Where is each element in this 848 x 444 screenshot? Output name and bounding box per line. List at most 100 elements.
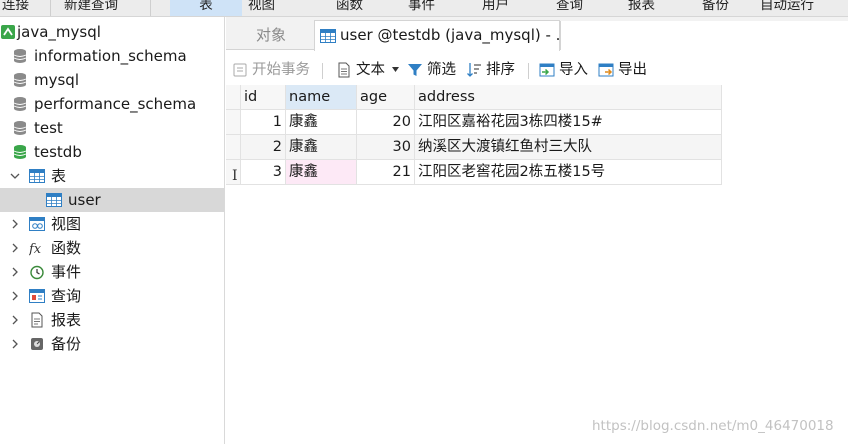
tree-node-functions[interactable]: fx 函数 — [0, 236, 224, 260]
database-icon — [13, 73, 27, 87]
table-row[interactable]: I 3 康鑫 21 江阳区老窖花园2栋五楼15号 — [226, 160, 722, 185]
export-icon — [598, 63, 614, 77]
cell-name[interactable]: 康鑫 — [286, 135, 357, 160]
column-header-name[interactable]: name — [286, 85, 357, 110]
menu-divider — [150, 0, 151, 16]
db-label: mysql — [34, 71, 79, 89]
menu-user[interactable]: 用户 — [482, 0, 509, 16]
svg-text:fx: fx — [29, 242, 42, 256]
menu-automation[interactable]: 自动运行 — [760, 0, 814, 16]
table-group-icon — [29, 169, 45, 183]
tree-label: 查询 — [51, 287, 82, 305]
db-node-performance-schema[interactable]: performance_schema — [0, 92, 224, 116]
cell-address[interactable]: 纳溪区大渡镇红鱼村三大队 — [415, 135, 722, 160]
row-marker[interactable]: I — [226, 160, 241, 185]
cell-age[interactable]: 30 — [357, 135, 415, 160]
tree-node-queries[interactable]: 查询 — [0, 284, 224, 308]
navigation-tree: java_mysql information_schema mysql perf… — [0, 17, 225, 444]
toolbar-divider — [322, 63, 323, 79]
cell-age[interactable]: 20 — [357, 110, 415, 135]
import-label: 导入 — [559, 62, 588, 78]
db-label: performance_schema — [34, 95, 197, 113]
tree-node-reports[interactable]: 报表 — [0, 308, 224, 332]
menu-table[interactable]: 表 — [170, 0, 242, 16]
cell-name[interactable]: 康鑫 — [286, 160, 357, 185]
cell-name[interactable]: 康鑫 — [286, 110, 357, 135]
cell-id[interactable]: 3 — [241, 160, 286, 185]
tree-node-views[interactable]: 视图 — [0, 212, 224, 236]
column-header-id[interactable]: id — [241, 85, 286, 110]
chevron-right-icon[interactable] — [10, 242, 20, 254]
row-marker[interactable] — [226, 135, 241, 160]
table-row[interactable]: 1 康鑫 20 江阳区嘉裕花园3栋四楼15# — [226, 110, 722, 135]
menu-query[interactable]: 查询 — [556, 0, 583, 16]
connection-label: java_mysql — [17, 23, 101, 41]
cell-id[interactable]: 2 — [241, 135, 286, 160]
tree-node-tables[interactable]: 表 — [0, 164, 224, 188]
sort-label: 排序 — [486, 62, 515, 78]
text-view-label: 文本 — [356, 62, 385, 78]
document-icon — [338, 62, 350, 78]
row-marker[interactable] — [226, 110, 241, 135]
export-label: 导出 — [618, 62, 647, 78]
connection-icon — [1, 25, 15, 39]
tree-label: 函数 — [51, 239, 82, 257]
chevron-right-icon[interactable] — [10, 266, 20, 278]
chevron-right-icon[interactable] — [10, 290, 20, 302]
menu-connect[interactable]: 连接 — [2, 0, 29, 16]
sort-icon — [467, 63, 481, 77]
menu-backup[interactable]: 备份 — [702, 0, 729, 16]
database-icon — [13, 49, 27, 63]
tree-label: 备份 — [51, 335, 82, 353]
column-header-age[interactable]: age — [357, 85, 415, 110]
menu-view[interactable]: 视图 — [248, 0, 275, 16]
chevron-right-icon[interactable] — [10, 338, 20, 350]
menu-report[interactable]: 报表 — [628, 0, 655, 16]
main-panel: 对象 user @testdb (java_mysql) - ... 开始事务 … — [226, 17, 848, 444]
tab-objects[interactable]: 对象 — [228, 21, 314, 50]
menu-function[interactable]: 函数 — [336, 0, 363, 16]
tree-node-backups[interactable]: 备份 — [0, 332, 224, 356]
menubar: 连接 新建查询 表 视图 函数 事件 用户 查询 报表 备份 自动运行 — [0, 0, 848, 17]
chevron-right-icon[interactable] — [10, 314, 20, 326]
caret-down-icon[interactable] — [392, 67, 399, 72]
table-icon — [320, 29, 336, 43]
connection-node[interactable]: java_mysql — [0, 20, 224, 44]
toolbar: 开始事务 文本 筛选 排序 导入 导出 — [226, 55, 848, 85]
database-open-icon — [13, 145, 27, 159]
report-icon — [31, 312, 43, 328]
table-row[interactable]: 2 康鑫 30 纳溪区大渡镇红鱼村三大队 — [226, 135, 722, 160]
tree-label: user — [68, 191, 101, 209]
toolbar-divider — [528, 63, 529, 79]
db-node-test[interactable]: test — [0, 116, 224, 140]
menu-event[interactable]: 事件 — [408, 0, 435, 16]
row-marker-header — [226, 85, 241, 110]
view-icon — [29, 217, 45, 231]
backup-icon — [31, 338, 43, 350]
begin-transaction-label: 开始事务 — [252, 62, 310, 78]
clock-icon — [30, 265, 44, 280]
watermark-text: https://blog.csdn.net/m0_46470018 — [592, 418, 834, 434]
database-icon — [13, 121, 27, 135]
db-node-testdb[interactable]: testdb — [0, 140, 224, 164]
tab-user-table[interactable]: user @testdb (java_mysql) - ... — [314, 20, 560, 51]
table-icon — [46, 193, 62, 207]
cell-address[interactable]: 江阳区老窖花园2栋五楼15号 — [415, 160, 722, 185]
tree-node-events[interactable]: 事件 — [0, 260, 224, 284]
funnel-icon — [408, 64, 422, 76]
column-header-address[interactable]: address — [415, 85, 722, 110]
db-label: information_schema — [34, 47, 187, 65]
text-cursor-icon: I — [232, 168, 238, 184]
db-node-mysql[interactable]: mysql — [0, 68, 224, 92]
menu-new-query[interactable]: 新建查询 — [64, 0, 118, 16]
chevron-down-icon[interactable] — [10, 170, 20, 182]
query-icon — [29, 289, 45, 303]
tree-node-table-user[interactable]: user — [0, 188, 224, 212]
cell-age[interactable]: 21 — [357, 160, 415, 185]
cell-address[interactable]: 江阳区嘉裕花园3栋四楼15# — [415, 110, 722, 135]
tree-label: 报表 — [51, 311, 82, 329]
cell-id[interactable]: 1 — [241, 110, 286, 135]
chevron-right-icon[interactable] — [10, 218, 20, 230]
tree-label: 表 — [51, 167, 67, 185]
db-node-information-schema[interactable]: information_schema — [0, 44, 224, 68]
